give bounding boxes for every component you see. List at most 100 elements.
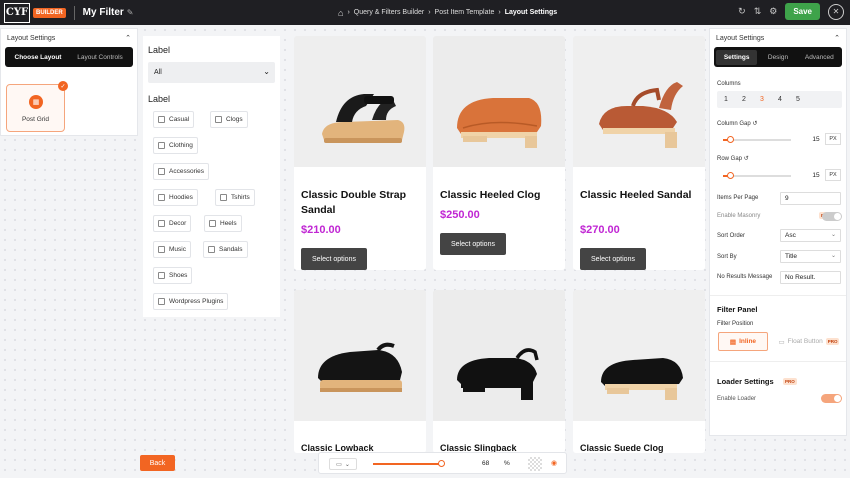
- column-option-3[interactable]: 3: [753, 96, 771, 103]
- back-button[interactable]: Back: [140, 455, 175, 471]
- close-icon[interactable]: ✕: [828, 3, 844, 20]
- toggle-knob: [834, 395, 841, 402]
- zoom-handle[interactable]: [438, 460, 445, 467]
- tab-advanced[interactable]: Advanced: [799, 50, 840, 65]
- checkbox-casual[interactable]: Casual: [153, 111, 195, 128]
- checkbox-hoodies[interactable]: Hoodies: [153, 189, 198, 206]
- column-option-2[interactable]: 2: [735, 96, 753, 103]
- product-image[interactable]: [573, 36, 705, 167]
- history-icon[interactable]: ↻: [738, 6, 746, 17]
- tab-choose-layout[interactable]: Choose Layout: [7, 49, 69, 65]
- sort-by-select[interactable]: Title ⌄: [780, 250, 841, 263]
- select-options-button[interactable]: Select options: [440, 233, 506, 255]
- label-select[interactable]: All ⌄: [148, 62, 275, 83]
- reset-icon[interactable]: ↺: [744, 156, 749, 162]
- product-title[interactable]: Classic Heeled Sandal: [580, 188, 705, 203]
- checkbox-accessories[interactable]: Accessories: [153, 163, 210, 180]
- product-title[interactable]: Classic Heeled Clog: [440, 188, 565, 203]
- left-panel-header[interactable]: Layout Settings ⌃: [1, 29, 137, 47]
- checkbox-tshirts[interactable]: Tshirts: [215, 189, 255, 206]
- right-panel-header[interactable]: Layout Settings ⌃: [710, 29, 846, 47]
- checkbox-icon: [209, 220, 216, 227]
- top-actions: ↻ ⇅ ⚙ Save ✕: [738, 3, 844, 20]
- product-card[interactable]: Classic Lowback: [294, 290, 426, 453]
- checkbox-wordpress-plugins[interactable]: Wordpress Plugins: [153, 293, 229, 310]
- masonry-toggle[interactable]: [822, 212, 842, 221]
- checkbox-shoes[interactable]: Shoes: [153, 267, 193, 284]
- checkbox-icon: [220, 194, 227, 201]
- sort-order-select[interactable]: Asc ⌄: [780, 229, 841, 242]
- breadcrumb-post-item-template[interactable]: Post Item Template: [435, 9, 495, 16]
- row-gap-unit[interactable]: PX: [825, 169, 841, 181]
- pencil-icon[interactable]: ✎: [127, 8, 134, 17]
- toggle-knob: [834, 213, 841, 220]
- undo-redo-icon[interactable]: ⇅: [754, 6, 762, 17]
- transparency-icon[interactable]: [528, 457, 542, 471]
- checkbox-heels[interactable]: Heels: [204, 215, 242, 232]
- logo: CYF BUILDER: [4, 2, 66, 23]
- checkbox-sandals[interactable]: Sandals: [203, 241, 248, 258]
- checkbox-clogs[interactable]: Clogs: [210, 111, 248, 128]
- items-per-page-input[interactable]: 9: [780, 192, 841, 205]
- select-options-button[interactable]: Select options: [301, 248, 367, 270]
- checkbox-decor[interactable]: Decor: [153, 215, 192, 232]
- layout-option-post-grid[interactable]: ▦ ✓ Post Grid: [6, 81, 68, 132]
- tab-design[interactable]: Design: [757, 50, 798, 65]
- product-image[interactable]: [433, 36, 565, 167]
- product-card[interactable]: Classic Heeled Clog $250.00 Select optio…: [433, 36, 565, 270]
- position-float-button[interactable]: ▭ Float Button PRO: [770, 332, 848, 351]
- product-card[interactable]: Classic Double Strap Sandal $210.00 Sele…: [294, 36, 426, 270]
- slingback-image: [433, 290, 565, 421]
- tab-settings[interactable]: Settings: [716, 49, 758, 65]
- tab-layout-controls[interactable]: Layout Controls: [69, 50, 131, 65]
- select-options-button[interactable]: Select options: [580, 248, 646, 270]
- row-gap-handle[interactable]: [727, 172, 734, 179]
- product-image[interactable]: [433, 290, 565, 421]
- product-card[interactable]: Classic Slingback: [433, 290, 565, 453]
- filter-panel: Label All ⌄ Label Casual Clogs Clothing …: [143, 36, 280, 317]
- product-title[interactable]: Classic Suede Clog: [580, 443, 664, 453]
- right-layout-settings-panel: Layout Settings ⌃ Settings Design Advanc…: [709, 28, 847, 436]
- sort-by-value: Title: [785, 253, 798, 260]
- breadcrumb-query-builder[interactable]: Query & Filters Builder: [354, 9, 424, 16]
- column-option-4[interactable]: 4: [771, 96, 789, 103]
- row-gap-input[interactable]: 15: [805, 169, 827, 181]
- chevron-up-icon[interactable]: ⌃: [125, 34, 131, 42]
- product-image[interactable]: [294, 36, 426, 167]
- chevron-down-icon: ⌄: [830, 253, 836, 259]
- column-option-5[interactable]: 5: [789, 96, 807, 103]
- checkbox-icon: [158, 168, 165, 175]
- checkbox-label: Decor: [169, 220, 187, 227]
- zoom-value[interactable]: 68: [482, 460, 489, 467]
- save-button[interactable]: Save: [785, 3, 820, 20]
- gear-icon[interactable]: ⚙: [769, 6, 777, 17]
- product-title[interactable]: Classic Double Strap Sandal: [301, 188, 426, 218]
- product-card[interactable]: Classic Suede Clog: [573, 290, 705, 453]
- home-icon[interactable]: ⌂: [338, 8, 343, 18]
- eye-icon[interactable]: ◉: [551, 459, 557, 467]
- device-switcher[interactable]: ▭ ⌄: [329, 458, 357, 470]
- checkbox-music[interactable]: Music: [153, 241, 191, 258]
- chevron-down-icon: ⌄: [344, 461, 350, 468]
- clog-image: [433, 36, 565, 167]
- chevron-up-icon[interactable]: ⌃: [834, 34, 840, 42]
- reset-icon[interactable]: ↺: [752, 121, 757, 127]
- checkbox-clothing[interactable]: Clothing: [153, 137, 198, 154]
- loader-toggle[interactable]: [821, 394, 842, 403]
- preview-toolbar: ▭ ⌄ 68 % ◉: [318, 452, 567, 474]
- product-price: $270.00: [580, 224, 620, 236]
- column-gap-input[interactable]: 15: [805, 133, 827, 145]
- position-float-label: Float Button: [787, 338, 823, 345]
- checkbox-label: Accessories: [169, 168, 205, 175]
- checkbox-label: Hoodies: [169, 194, 193, 201]
- column-gap-unit[interactable]: PX: [825, 133, 841, 145]
- column-gap-handle[interactable]: [727, 136, 734, 143]
- no-results-input[interactable]: No Result.: [780, 271, 841, 284]
- column-option-1[interactable]: 1: [717, 96, 735, 103]
- product-card[interactable]: Classic Heeled Sandal $270.00 Select opt…: [573, 36, 705, 270]
- logo-mark: CYF: [4, 2, 30, 23]
- zoom-slider[interactable]: [373, 463, 443, 465]
- position-inline-button[interactable]: ▤ Inline: [718, 332, 768, 351]
- product-image[interactable]: [294, 290, 426, 421]
- product-image[interactable]: [573, 290, 705, 421]
